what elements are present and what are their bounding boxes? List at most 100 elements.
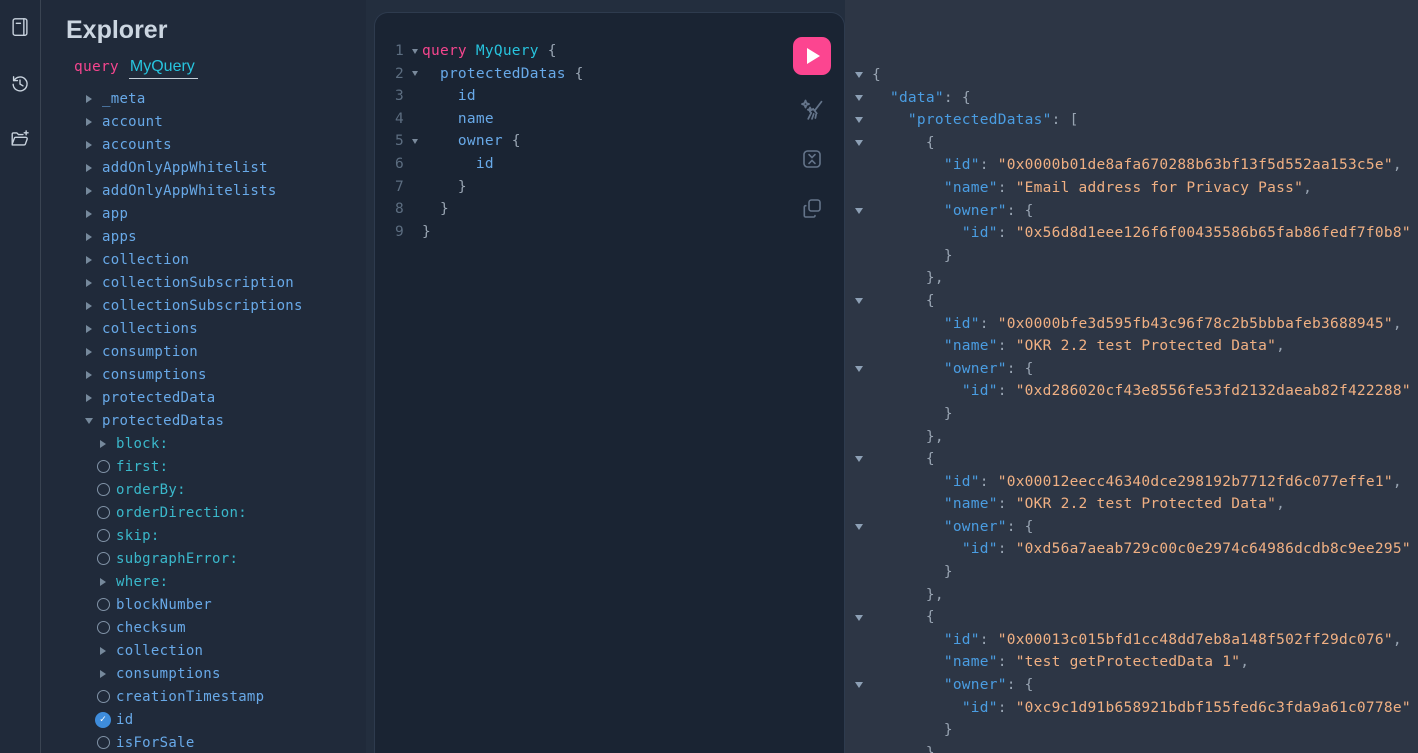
tree-label[interactable]: account	[99, 114, 163, 130]
caret-right-icon[interactable]	[79, 210, 99, 218]
tree-row[interactable]: protectedDatas	[66, 409, 366, 432]
tree-row[interactable]: consumptions	[66, 363, 366, 386]
fold-toggle-icon[interactable]	[845, 674, 872, 697]
caret-right-icon[interactable]	[79, 233, 99, 241]
tree-label[interactable]: collectionSubscription	[99, 275, 294, 291]
editor-line[interactable]: 6 id	[383, 153, 844, 176]
tree-label[interactable]: block:	[113, 436, 168, 452]
tree-row[interactable]: blockNumber	[66, 593, 366, 616]
tree-row[interactable]: addOnlyAppWhitelist	[66, 156, 366, 179]
tree-label[interactable]: accounts	[99, 137, 172, 153]
fold-toggle-icon[interactable]	[845, 64, 872, 87]
tree-label[interactable]: skip:	[113, 528, 160, 544]
tree-row[interactable]: subgraphError:	[66, 547, 366, 570]
editor-line[interactable]: 1query MyQuery {	[383, 40, 844, 63]
caret-right-icon[interactable]	[79, 256, 99, 264]
editor-line[interactable]: 7 }	[383, 176, 844, 199]
editor-line[interactable]: 2 protectedDatas {	[383, 63, 844, 86]
fold-toggle-icon[interactable]	[845, 358, 872, 381]
tree-row[interactable]: block:	[66, 432, 366, 455]
radio-unchecked-icon[interactable]	[93, 552, 113, 565]
fold-toggle-icon[interactable]	[845, 606, 872, 629]
fold-toggle-icon[interactable]	[845, 87, 872, 110]
tree-row[interactable]: accounts	[66, 133, 366, 156]
tree-label[interactable]: collections	[99, 321, 198, 337]
tree-label[interactable]: where:	[113, 574, 168, 590]
radio-unchecked-icon[interactable]	[93, 598, 113, 611]
tree-label[interactable]: consumptions	[99, 367, 207, 383]
tree-row[interactable]: collectionSubscription	[66, 271, 366, 294]
caret-right-icon[interactable]	[79, 279, 99, 287]
tree-label[interactable]: app	[99, 206, 128, 222]
radio-unchecked-icon[interactable]	[93, 621, 113, 634]
caret-right-icon[interactable]	[93, 578, 113, 586]
editor-line[interactable]: 9}	[383, 221, 844, 244]
tree-row[interactable]: _meta	[66, 87, 366, 110]
tree-label[interactable]: collection	[113, 643, 203, 659]
copy-query-button[interactable]	[798, 194, 826, 222]
tree-row[interactable]: orderBy:	[66, 478, 366, 501]
tree-row[interactable]: orderDirection:	[66, 501, 366, 524]
fold-toggle-icon[interactable]	[407, 63, 422, 86]
caret-right-icon[interactable]	[93, 670, 113, 678]
tree-row[interactable]: where:	[66, 570, 366, 593]
radio-unchecked-icon[interactable]	[93, 483, 113, 496]
tree-row[interactable]: ✓id	[66, 708, 366, 731]
tree-row[interactable]: collection	[66, 639, 366, 662]
caret-down-icon[interactable]	[79, 418, 99, 424]
tree-row[interactable]: collection	[66, 248, 366, 271]
caret-right-icon[interactable]	[79, 394, 99, 402]
editor-line[interactable]: 3 id	[383, 85, 844, 108]
fold-toggle-icon[interactable]	[845, 448, 872, 471]
tree-label[interactable]: checksum	[113, 620, 186, 636]
tree-row[interactable]: isForSale	[66, 731, 366, 753]
docs-tab-button[interactable]	[7, 14, 33, 40]
checkbox-checked-icon[interactable]: ✓	[95, 712, 111, 728]
tree-row[interactable]: apps	[66, 225, 366, 248]
caret-right-icon[interactable]	[79, 164, 99, 172]
query-editor-code[interactable]: 1query MyQuery {2 protectedDatas {3 id4 …	[375, 13, 844, 243]
tree-row[interactable]: collectionSubscriptions	[66, 294, 366, 317]
caret-right-icon[interactable]	[79, 95, 99, 103]
tree-label[interactable]: first:	[113, 459, 168, 475]
tree-row[interactable]: app	[66, 202, 366, 225]
radio-unchecked-icon[interactable]	[93, 506, 113, 519]
fold-toggle-icon[interactable]	[845, 290, 872, 313]
caret-right-icon[interactable]	[79, 325, 99, 333]
prettify-button[interactable]	[798, 96, 826, 124]
tree-label[interactable]: protectedData	[99, 390, 215, 406]
merge-fragments-button[interactable]	[798, 145, 826, 173]
operation-name-input[interactable]: MyQuery	[129, 58, 198, 79]
editor-line[interactable]: 8 }	[383, 198, 844, 221]
tree-label[interactable]: orderBy:	[113, 482, 186, 498]
tree-row[interactable]: checksum	[66, 616, 366, 639]
tree-label[interactable]: consumptions	[113, 666, 221, 682]
explorer-plugin-button[interactable]	[7, 126, 33, 152]
tree-label[interactable]: orderDirection:	[113, 505, 247, 521]
tree-label[interactable]: blockNumber	[113, 597, 212, 613]
tree-label[interactable]: collection	[99, 252, 189, 268]
tree-row[interactable]: addOnlyAppWhitelists	[66, 179, 366, 202]
fold-toggle-icon[interactable]	[845, 516, 872, 539]
tree-row[interactable]: collections	[66, 317, 366, 340]
caret-right-icon[interactable]	[93, 647, 113, 655]
caret-right-icon[interactable]	[93, 440, 113, 448]
fold-toggle-icon[interactable]	[845, 200, 872, 223]
tree-row[interactable]: skip:	[66, 524, 366, 547]
caret-right-icon[interactable]	[79, 141, 99, 149]
editor-line[interactable]: 4 name	[383, 108, 844, 131]
tree-label[interactable]: protectedDatas	[99, 413, 224, 429]
fold-toggle-icon[interactable]	[407, 40, 422, 63]
run-query-button[interactable]	[793, 37, 831, 75]
tree-label[interactable]: _meta	[99, 91, 146, 107]
tree-label[interactable]: subgraphError:	[113, 551, 238, 567]
fold-toggle-icon[interactable]	[407, 130, 422, 153]
history-button[interactable]	[7, 70, 33, 96]
radio-unchecked-icon[interactable]	[93, 529, 113, 542]
tree-label[interactable]: addOnlyAppWhitelist	[99, 160, 268, 176]
radio-unchecked-icon[interactable]	[93, 460, 113, 473]
caret-right-icon[interactable]	[79, 371, 99, 379]
tree-row[interactable]: creationTimestamp	[66, 685, 366, 708]
caret-right-icon[interactable]	[79, 348, 99, 356]
tree-row[interactable]: account	[66, 110, 366, 133]
